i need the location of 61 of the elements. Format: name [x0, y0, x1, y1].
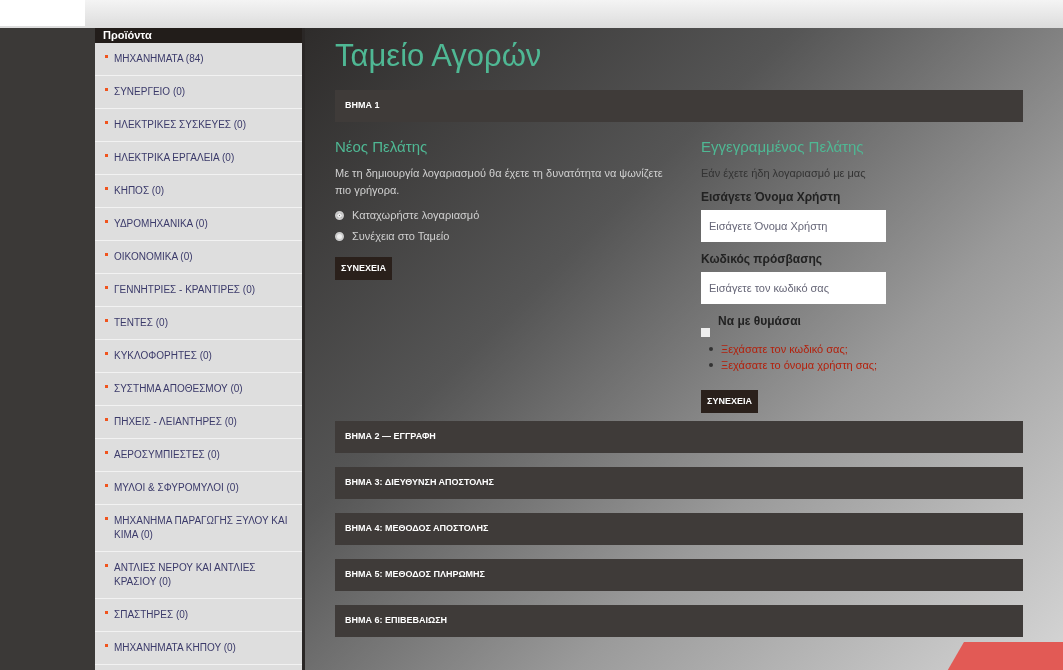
step-header[interactable]: ΒΗΜΑ 4: ΜΕΘΟΔΟΣ ΑΠΟΣΤΟΛΗΣ [335, 513, 1023, 545]
category-link[interactable]: ΗΛΕΚΤΡΙΚΕΣ ΣΥΣΚΕΥΕΣ (0) [114, 118, 246, 132]
bullet-icon [105, 55, 108, 58]
sidebar-title: Προϊόντα [95, 28, 302, 43]
bullet-icon [105, 253, 108, 256]
step-header[interactable]: ΒΗΜΑ 5: ΜΕΘΟΔΟΣ ΠΛΗΡΩΜΗΣ [335, 559, 1023, 591]
bullet-icon [105, 352, 108, 355]
page-title: Ταμείο Αγορών [335, 37, 543, 75]
username-field[interactable]: Εισάγετε Όνομα Χρήστη [701, 209, 886, 242]
bullet-icon [709, 363, 713, 368]
description-text: Με τη δημιουργία λογαριασμού θα έχετε τη δυνατότητα να ψωνίζετε πιο γρήγορα. [335, 165, 664, 198]
category-link[interactable]: ΜΗΧΑΝΗΜΑ ΠΑΡΑΓΩΓΗΣ ΞΥΛΟΥ ΚΑΙ ΚΙΜΑ (0) [114, 514, 294, 542]
category-link[interactable]: ΗΛΕΚΤΡΙΚΑ ΕΡΓΑΛΕΙΑ (0) [114, 151, 235, 165]
field-label: Εισάγετε Όνομα Χρήστη [701, 188, 842, 206]
category-link[interactable]: ΤΕΝΤΕΣ (0) [114, 316, 168, 330]
radio-button[interactable] [335, 231, 344, 241]
bullet-icon [105, 88, 108, 91]
category-link[interactable]: ΜΗΧΑΝΗΜΑΤΑ (84) [114, 52, 204, 66]
category-link[interactable]: ΟΙΚΟΝΟΜΙΚΑ (0) [114, 250, 193, 264]
step-header[interactable]: ΒΗΜΑ 1 [335, 90, 1023, 122]
bullet-icon [709, 346, 713, 351]
step-header[interactable]: ΒΗΜΑ 6: ΕΠΙΒΕΒΑΙΩΣΗ [335, 605, 1023, 637]
bullet-icon [105, 220, 108, 223]
field-label: Κωδικός πρόσβασης [701, 250, 823, 268]
bullet-icon [105, 121, 108, 124]
bullet-icon [105, 517, 108, 520]
bullet-icon [105, 319, 108, 322]
bullet-icon [105, 418, 108, 421]
continue-button[interactable]: ΣΥΝΕΧΕΙΑ [701, 389, 758, 413]
category-link[interactable]: ΠΗΧΕΙΣ - ΛΕΙΑΝΤΗΡΕΣ (0) [114, 415, 237, 429]
section-heading: Εγγεγραμμένος Πελάτης [701, 137, 865, 157]
bullet-icon [105, 564, 108, 567]
category-link[interactable]: ΚΗΠΟΣ (0) [114, 184, 165, 198]
category-link[interactable]: ΑΝΤΛΙΕΣ ΝΕΡΟΥ ΚΑΙ ΑΝΤΛΙΕΣ ΚΡΑΣΙΟΥ (0) [114, 561, 294, 589]
bullet-icon [105, 286, 108, 289]
radio-label: Συνέχεια στο Ταμείο [352, 228, 450, 244]
bullet-icon [105, 187, 108, 190]
bullet-icon [105, 484, 108, 487]
section-heading: Νέος Πελάτης [335, 137, 429, 157]
checkbox[interactable] [701, 327, 710, 337]
bullet-icon [105, 154, 108, 157]
step-header[interactable]: ΒΗΜΑ 3: ΔΙΕΥΘΥΝΣΗ ΑΠΟΣΤΟΛΗΣ [335, 467, 1023, 499]
category-link[interactable]: ΜΥΛΟΙ & ΣΦΥΡΟΜΥΛΟΙ (0) [114, 481, 239, 495]
category-link[interactable]: ΑΕΡΟΣΥΜΠΙΕΣΤΕΣ (0) [114, 448, 220, 462]
category-link[interactable]: ΣΥΣΤΗΜΑ ΑΠΟΘΕΣΜΟΥ (0) [114, 382, 243, 396]
step-header[interactable]: ΒΗΜΑ 2 — ΕΓΓΡΑΦΗ [335, 421, 1023, 453]
radio-label: Καταχωρήστε λογαριασμό [352, 207, 480, 223]
bullet-icon [105, 611, 108, 614]
bullet-icon [105, 451, 108, 454]
category-link[interactable]: ΓΕΝΝΗΤΡΙΕΣ - ΚΡΑΝΤΙΡΕΣ (0) [114, 283, 256, 297]
continue-button[interactable]: ΣΥΝΕΧΕΙΑ [335, 256, 392, 280]
category-link[interactable]: ΥΔΡΟΜΗΧΑΝΙΚΑ (0) [114, 217, 208, 231]
password-field[interactable]: Εισάγετε τον κωδικό σας [701, 271, 886, 304]
bullet-icon [105, 644, 108, 647]
category-link[interactable]: ΣΥΝΕΡΓΕΙΟ (0) [114, 85, 186, 99]
radio-button[interactable] [335, 210, 344, 220]
bullet-icon [105, 385, 108, 388]
category-link[interactable]: ΣΠΑΣΤΗΡΕΣ (0) [114, 608, 189, 622]
category-link[interactable]: ΚΥΚΛΟΦΟΡΗΤΕΣ (0) [114, 349, 212, 363]
category-link[interactable]: ΜΗΧΑΝΗΜΑΤΑ ΚΗΠΟΥ (0) [114, 641, 236, 655]
checkbox-label: Να με θυμάσαι [718, 312, 801, 330]
